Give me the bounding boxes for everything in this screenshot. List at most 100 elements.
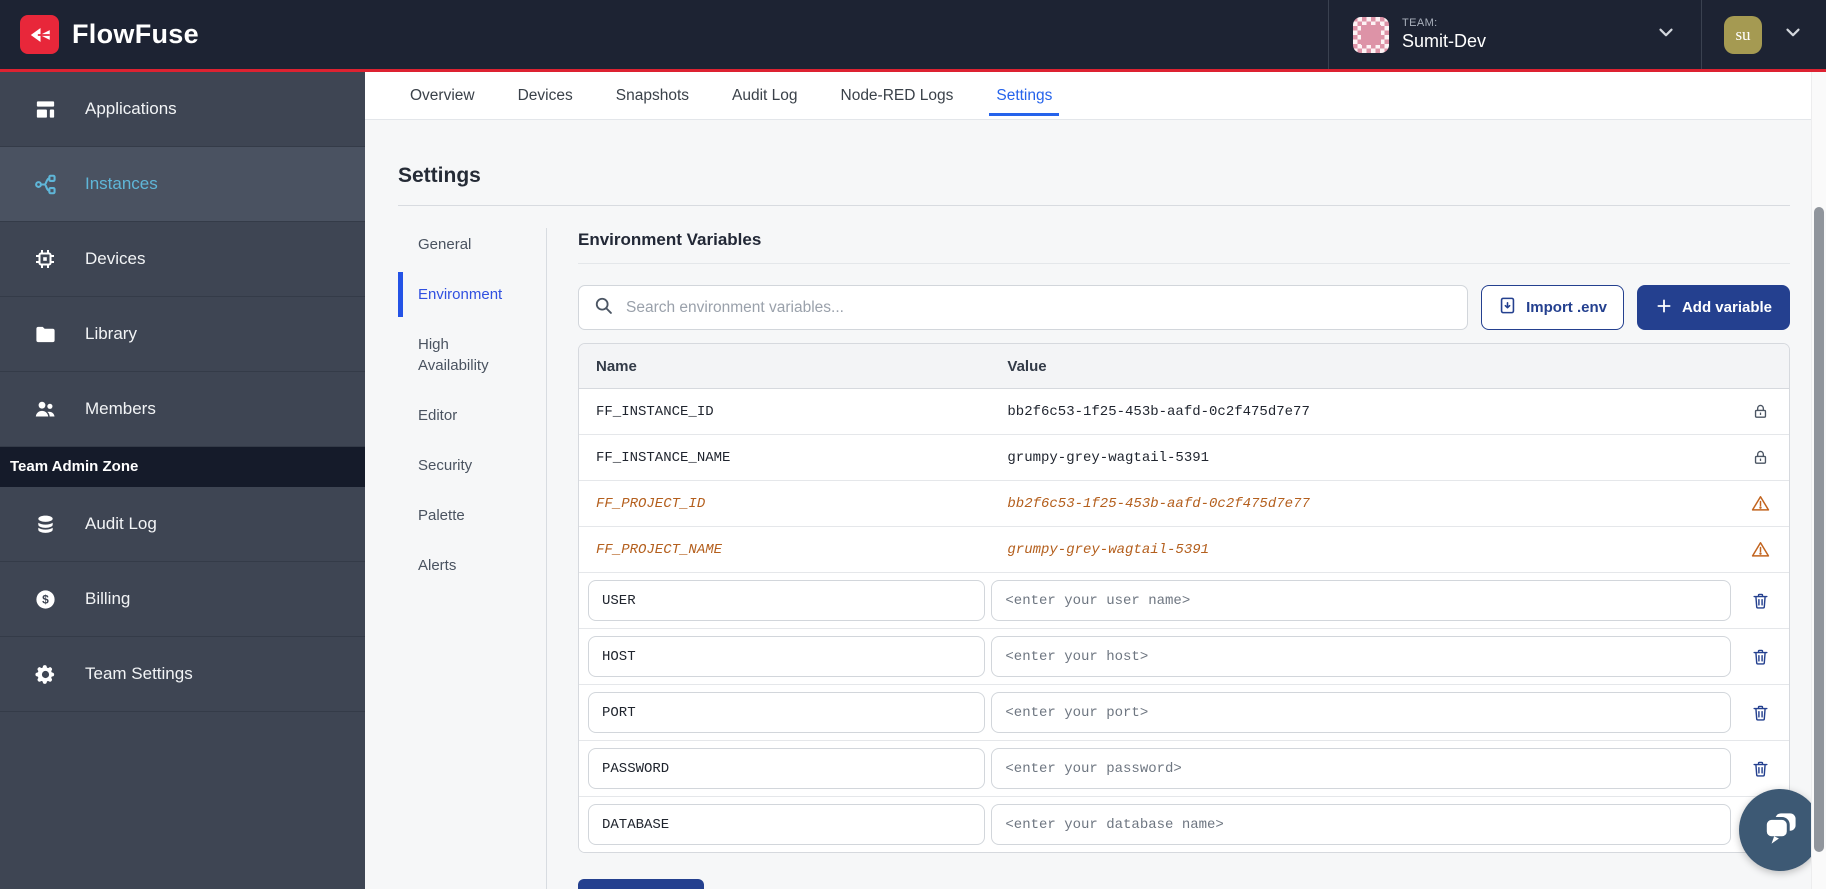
table-row [579,741,1789,797]
variable-value-input[interactable] [991,692,1731,733]
sidebar-item-instances[interactable]: Instances [0,147,365,222]
table-row: FF_INSTANCE_ID bb2f6c53-1f25-453b-aafd-0… [579,389,1789,435]
chevron-down-icon [1655,21,1677,48]
sidebar-item-team-settings[interactable]: Team Settings [0,637,365,712]
table-row: FF_PROJECT_NAME grumpy-grey-wagtail-5391 [579,527,1789,573]
settings-nav-high-availability[interactable]: High Availability [398,334,516,376]
tab-overview[interactable]: Overview [410,72,475,119]
variable-name-input[interactable] [588,692,985,733]
plus-icon [1655,297,1673,319]
chat-icon [1758,806,1802,855]
tab-devices[interactable]: Devices [518,72,573,119]
sidebar-item-devices[interactable]: Devices [0,222,365,297]
table-row: FF_PROJECT_ID bb2f6c53-1f25-453b-aafd-0c… [579,481,1789,527]
sidebar-item-billing[interactable]: $ Billing [0,562,365,637]
column-header-value: Value [990,358,1731,375]
user-avatar: su [1724,16,1762,54]
team-label: TEAM: [1402,17,1486,29]
settings-nav-editor[interactable]: Editor [398,405,546,426]
search-input[interactable] [626,299,1453,317]
billing-icon: $ [32,588,58,611]
delete-variable-button[interactable] [1751,759,1770,778]
library-icon [32,323,58,346]
tab-snapshots[interactable]: Snapshots [616,72,689,119]
lock-icon [1752,449,1769,466]
brand[interactable]: FlowFuse [20,15,199,54]
tab-settings[interactable]: Settings [996,72,1052,119]
add-variable-button[interactable]: Add variable [1637,285,1790,330]
table-row [579,629,1789,685]
sidebar-item-members[interactable]: Members [0,372,365,447]
variable-value-input[interactable] [991,636,1731,677]
warning-icon [1751,494,1770,513]
sidebar-item-label: Team Settings [85,664,193,684]
team-settings-gear-icon [32,663,58,686]
env-variables-table: Name Value FF_INSTANCE_ID bb2f6c53-1f25-… [578,343,1790,853]
sidebar-item-label: Billing [85,589,130,609]
instance-tabs: Overview Devices Snapshots Audit Log Nod… [365,72,1826,120]
flowfuse-app: FlowFuse TEAM: Sumit-Dev su [0,0,1826,889]
title-divider [398,205,1790,206]
sidebar-item-applications[interactable]: Applications [0,72,365,147]
delete-variable-button[interactable] [1751,647,1770,666]
delete-variable-button[interactable] [1751,591,1770,610]
applications-icon [32,98,58,121]
top-bar: FlowFuse TEAM: Sumit-Dev su [0,0,1826,69]
settings-nav-palette[interactable]: Palette [398,505,546,526]
table-row: FF_INSTANCE_NAME grumpy-grey-wagtail-539… [579,435,1789,481]
environment-panel: Environment Variables [547,228,1790,889]
flowfuse-logo-icon [20,15,59,54]
section-heading: Environment Variables [578,230,1790,250]
tab-audit-log[interactable]: Audit Log [732,72,798,119]
main-content: Overview Devices Snapshots Audit Log Nod… [365,72,1826,889]
devices-icon [32,247,58,271]
sidebar-item-audit-log[interactable]: Audit Log [0,487,365,562]
delete-variable-button[interactable] [1751,703,1770,722]
variable-name-input[interactable] [588,636,985,677]
team-avatar [1353,17,1389,53]
members-icon [32,397,58,421]
warning-icon [1751,540,1770,559]
sidebar-item-label: Instances [85,174,158,194]
audit-log-icon [32,513,58,536]
sidebar-item-label: Library [85,324,137,344]
settings-nav-environment[interactable]: Environment [398,284,546,305]
sidebar-item-library[interactable]: Library [0,297,365,372]
variable-value-input[interactable] [991,580,1731,621]
sidebar-item-label: Members [85,399,156,419]
instances-icon [32,172,58,197]
table-header: Name Value [579,344,1789,389]
settings-nav: General Environment High Availability Ed… [398,228,547,889]
sidebar-item-label: Devices [85,249,145,269]
variable-value-input[interactable] [991,804,1731,845]
team-admin-zone-label: Team Admin Zone [0,447,365,487]
settings-nav-general[interactable]: General [398,234,546,255]
scrollbar-track[interactable] [1811,72,1826,889]
team-name: Sumit-Dev [1402,31,1486,52]
search-icon [593,295,614,321]
section-divider [578,263,1790,264]
chat-widget-button[interactable] [1739,789,1821,871]
variable-value-input[interactable] [991,748,1731,789]
table-row [579,797,1789,852]
sidebar: Applications Instances Devices Library [0,72,365,889]
table-row [579,573,1789,629]
sidebar-item-label: Applications [85,99,177,119]
save-settings-button[interactable]: Save settings [578,879,704,889]
tab-node-red-logs[interactable]: Node-RED Logs [841,72,954,119]
page-title: Settings [398,164,1790,188]
scrollbar-thumb[interactable] [1814,207,1824,852]
brand-name: FlowFuse [72,19,199,50]
table-row [579,685,1789,741]
column-header-name: Name [579,358,990,375]
settings-nav-security[interactable]: Security [398,455,546,476]
user-menu[interactable]: su [1702,0,1826,69]
team-switcher[interactable]: TEAM: Sumit-Dev [1329,0,1701,69]
variable-name-input[interactable] [588,748,985,789]
search-box [578,285,1468,330]
variable-name-input[interactable] [588,804,985,845]
import-env-button[interactable]: Import .env [1481,285,1624,330]
sidebar-item-label: Audit Log [85,514,157,534]
variable-name-input[interactable] [588,580,985,621]
settings-nav-alerts[interactable]: Alerts [398,555,546,576]
